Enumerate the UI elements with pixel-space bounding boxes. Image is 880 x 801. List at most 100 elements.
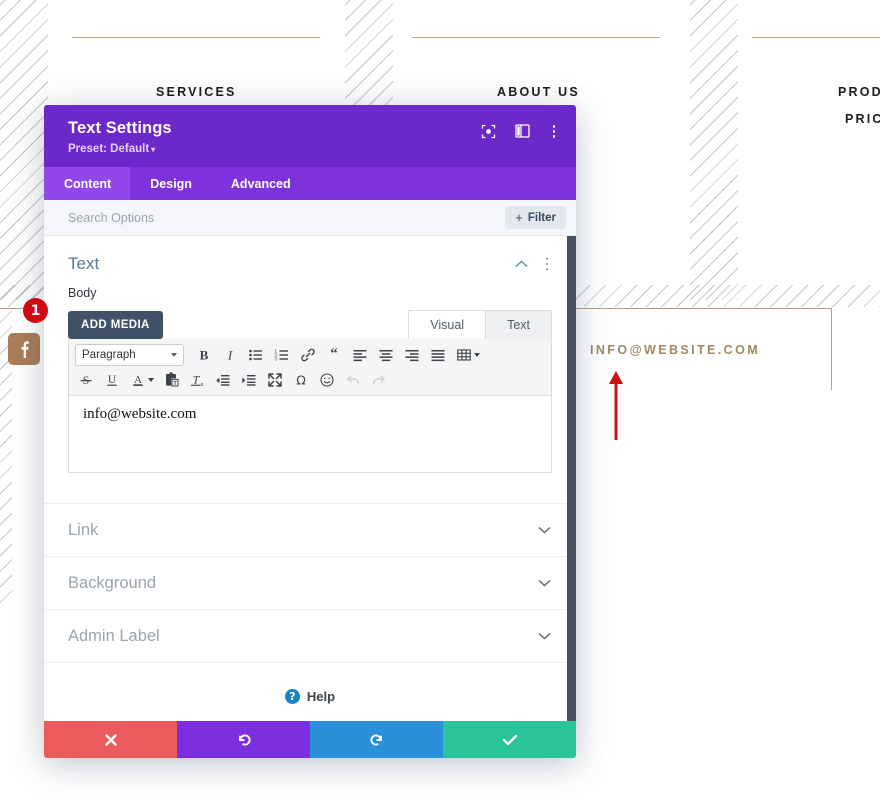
modal-scrollbar[interactable] [567,236,576,721]
chevron-down-icon [538,574,551,592]
accordion-admin-label[interactable]: Admin Label [44,609,576,662]
bulleted-list-icon[interactable] [243,343,269,367]
text-settings-modal: Text Settings Preset: Default ▾ Content … [44,105,576,758]
divider-rule [72,37,320,38]
align-center-icon[interactable] [373,343,399,367]
accordion-link[interactable]: Link [44,503,576,556]
fullscreen-icon[interactable] [262,368,288,392]
bg-heading-pricing: PRICING [845,112,880,126]
align-justify-icon[interactable] [425,343,451,367]
section-controls [514,255,553,273]
chevron-down-icon [171,352,177,357]
section-more-options-icon[interactable] [542,256,553,273]
help-icon: ? [284,689,300,704]
svg-text:Ω: Ω [296,372,306,387]
editor-toolbar-row-1: Paragraph B I 1 2 3 “ [73,342,549,367]
divider-rule [412,37,660,38]
editor-toolbar-row-2: S U A T T x Ω [73,367,549,392]
bg-heading-about-us: ABOUT US [497,85,580,99]
chevron-down-icon [538,521,551,539]
facebook-icon[interactable] [8,333,40,365]
editor-body-text: info@website.com [83,406,197,422]
body-field-label: Body [68,286,97,300]
accordion-background-label: Background [68,573,157,592]
add-media-button[interactable]: ADD MEDIA [68,311,163,339]
annotation-badge-1: 1 [23,298,48,323]
save-button[interactable] [443,721,576,758]
svg-text:T: T [193,372,201,386]
indent-icon[interactable] [236,368,262,392]
tab-text[interactable]: Text [485,310,552,339]
svg-text:x: x [201,382,204,388]
blockquote-icon[interactable]: “ [321,343,347,367]
more-options-icon[interactable] [549,123,560,140]
editor-toolbar: Paragraph B I 1 2 3 “ S U A T T x Ω [69,339,551,396]
plus-icon: + [515,210,523,225]
paragraph-format-select[interactable]: Paragraph [75,343,184,366]
filter-button[interactable]: + Filter [505,206,566,229]
hatch-pattern [690,0,738,300]
footer-right-rule [831,308,832,390]
hatch-pattern [0,0,48,300]
format-select-value: Paragraph [82,348,136,361]
emoji-icon[interactable] [314,368,340,392]
chevron-down-icon [538,627,551,645]
section-title: Text [68,254,100,273]
link-icon[interactable] [295,343,321,367]
svg-text:A: A [134,373,142,385]
editor-toolbar-top: ADD MEDIA Visual Text [68,309,552,339]
divider-rule [752,37,880,38]
modal-tabs: Content Design Advanced [44,167,576,200]
svg-text:3: 3 [275,356,278,361]
tab-design[interactable]: Design [130,167,211,200]
filter-label: Filter [527,211,556,224]
tab-content[interactable]: Content [44,167,131,200]
bold-icon[interactable]: B [191,343,217,367]
cancel-button[interactable] [44,721,177,758]
paste-as-text-icon[interactable]: T [158,368,184,392]
italic-icon[interactable]: I [217,343,243,367]
panel-layout-icon[interactable] [514,124,530,138]
help-label: Help [306,689,336,704]
align-left-icon[interactable] [347,343,373,367]
focus-icon[interactable] [481,124,496,139]
outdent-icon[interactable] [210,368,236,392]
search-options-bar: Search Options + Filter [44,200,576,236]
editor-content-area[interactable]: info@website.com [69,396,551,472]
svg-text:I: I [227,347,233,362]
bg-heading-services: SERVICES [156,85,237,99]
chevron-up-icon[interactable] [514,255,528,273]
modal-header: Text Settings Preset: Default ▾ [44,105,576,167]
help-link[interactable]: ? Help [44,663,576,704]
chevron-down-icon: ▾ [151,145,156,154]
red-up-arrow [609,371,623,440]
editor-mode-tabs: Visual Text [408,310,552,339]
align-right-icon[interactable] [399,343,425,367]
preset-selector[interactable]: Preset: Default ▾ [68,143,558,155]
underline-icon[interactable]: U [99,368,125,392]
body-field: Body ADD MEDIA Visual Text Paragraph B I… [44,280,576,473]
modal-header-icons [481,123,560,140]
redo-button[interactable] [310,721,443,758]
undo-icon[interactable] [340,368,366,392]
table-icon[interactable] [451,343,477,367]
tab-visual[interactable]: Visual [408,310,487,339]
rich-text-editor: Paragraph B I 1 2 3 “ S U A T T x Ω info… [68,339,552,473]
tab-advanced[interactable]: Advanced [211,167,310,200]
numbered-list-icon[interactable]: 1 2 3 [269,343,295,367]
preset-label: Preset: Default [68,143,150,155]
bg-email-text: INFO@WEBSITE.COM [590,343,761,357]
text-color-icon[interactable]: A [125,368,151,392]
modal-scroll-area: Text Body ADD MEDIA Visual Text Paragrap… [44,236,576,721]
svg-text:B: B [200,347,209,362]
accordion-link-label: Link [68,520,99,539]
svg-text:S: S [83,373,90,387]
search-input[interactable]: Search Options [68,211,154,225]
strikethrough-icon[interactable]: S [73,368,99,392]
special-character-icon[interactable]: Ω [288,368,314,392]
accordion-background[interactable]: Background [44,556,576,609]
svg-text:U: U [108,374,117,386]
redo-icon[interactable] [366,368,392,392]
undo-button[interactable] [177,721,310,758]
clear-formatting-icon[interactable]: T x [184,368,210,392]
